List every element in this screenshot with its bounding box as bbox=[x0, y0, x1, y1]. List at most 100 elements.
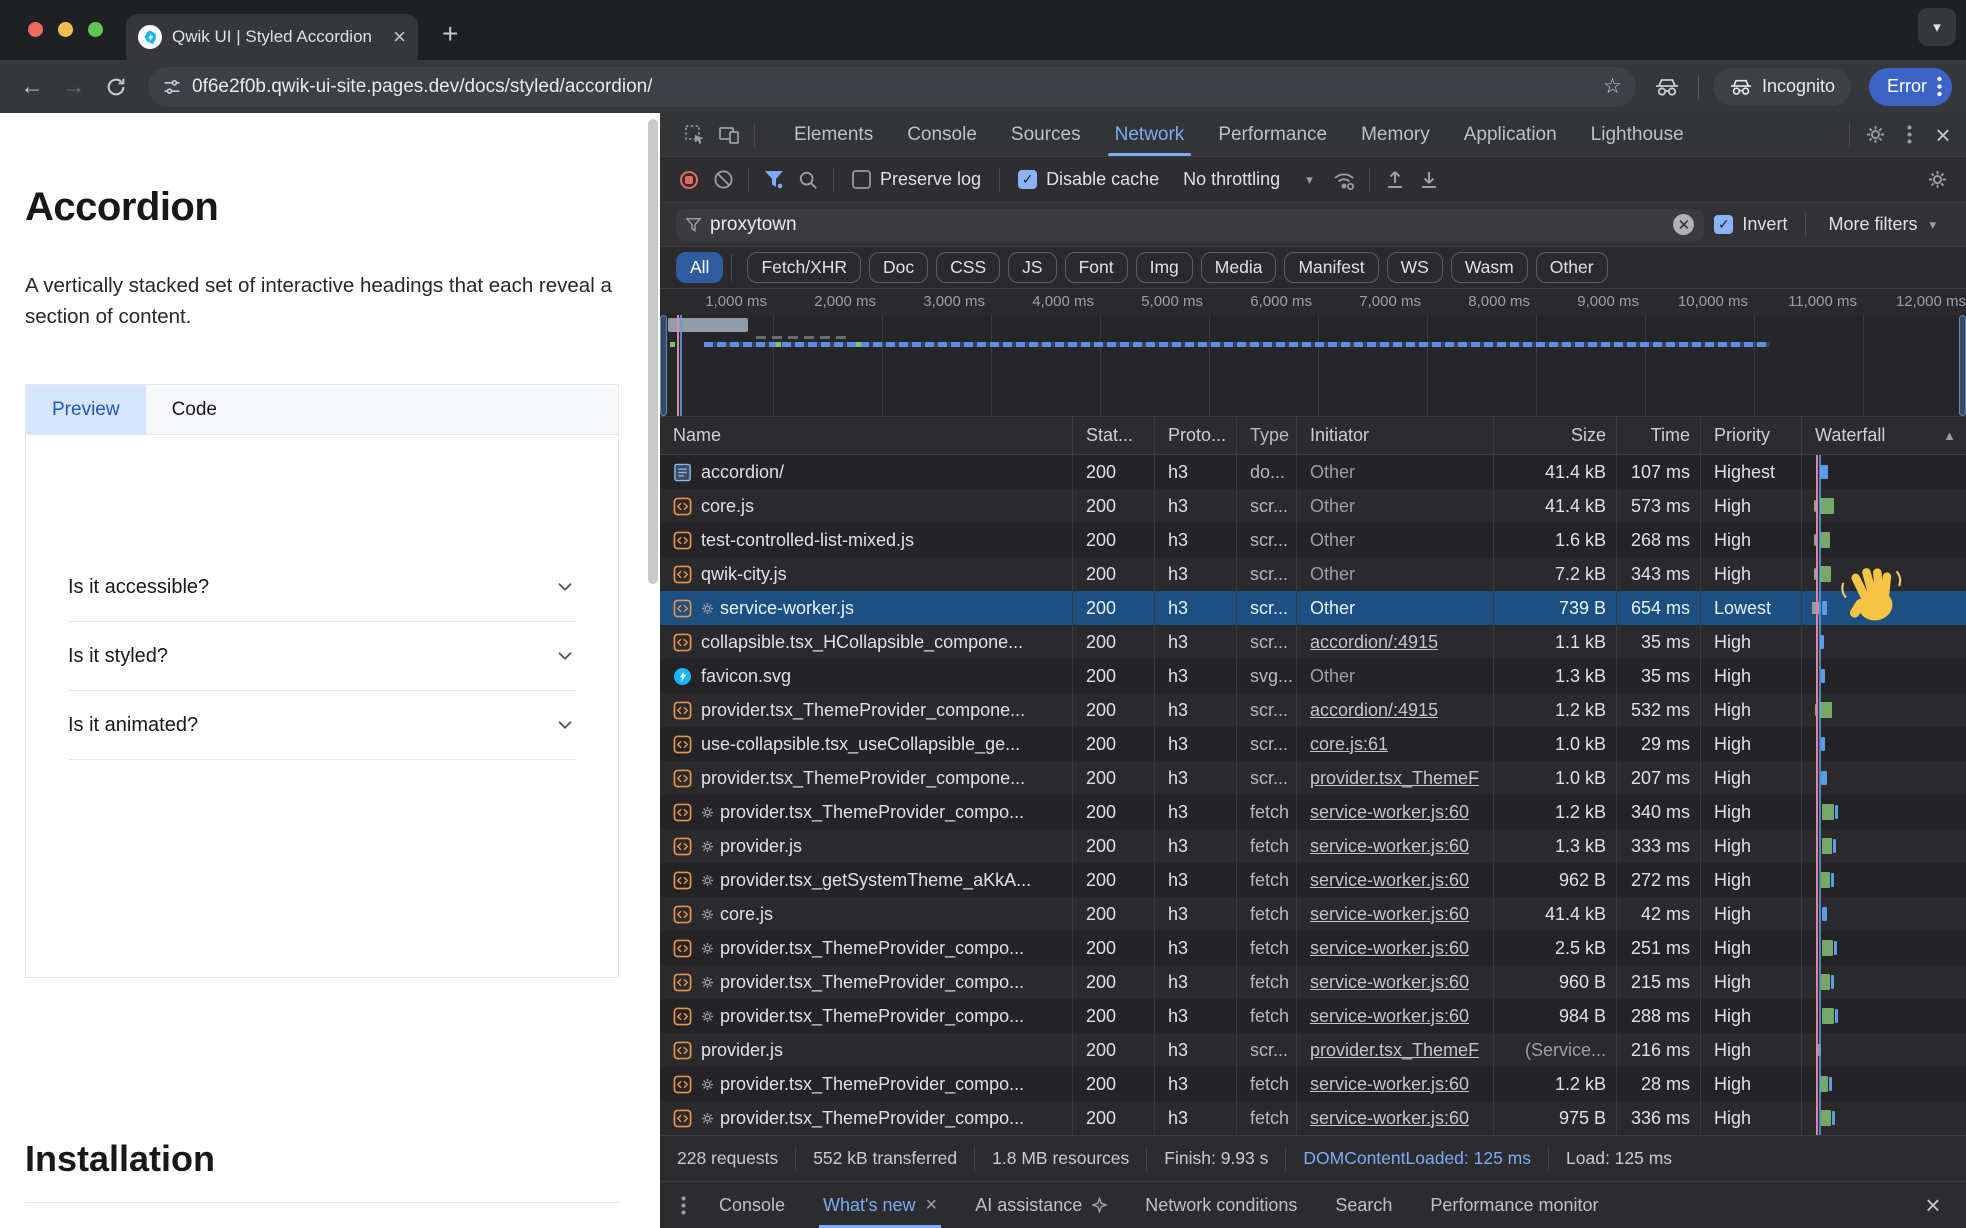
table-row[interactable]: core.js 200 h3 scr... Other 41.4 kB 573 … bbox=[660, 489, 1966, 523]
table-row[interactable]: test-controlled-list-mixed.js 200 h3 scr… bbox=[660, 523, 1966, 557]
filter-chip[interactable]: CSS bbox=[936, 252, 1000, 283]
tab-close-icon[interactable]: × bbox=[393, 26, 406, 48]
initiator-cell[interactable]: accordion/:4915 bbox=[1310, 700, 1438, 721]
clear-filter-icon[interactable]: ✕ bbox=[1673, 214, 1694, 235]
drawer-menu-icon[interactable] bbox=[666, 1188, 700, 1222]
initiator-cell[interactable]: service-worker.js:60 bbox=[1310, 802, 1469, 823]
network-conditions-icon[interactable] bbox=[1327, 163, 1361, 197]
initiator-cell[interactable]: service-worker.js:60 bbox=[1310, 938, 1469, 959]
filter-text-field[interactable] bbox=[710, 214, 1664, 236]
table-row[interactable]: provider.tsx_ThemeProvider_compo... 200 … bbox=[660, 931, 1966, 965]
address-bar[interactable]: 0f6e2f0b.qwik-ui-site.pages.dev/docs/sty… bbox=[148, 67, 1636, 107]
table-row[interactable]: provider.tsx_ThemeProvider_compo... 200 … bbox=[660, 965, 1966, 999]
new-tab-button[interactable]: + bbox=[442, 18, 458, 50]
network-overview-timeline[interactable]: 1,000 ms2,000 ms3,000 ms4,000 ms5,000 ms… bbox=[660, 289, 1966, 417]
drawer-tab[interactable]: Network conditions bbox=[1141, 1182, 1301, 1228]
demo-tab[interactable]: Code bbox=[146, 385, 243, 434]
column-header-type[interactable]: Type bbox=[1237, 417, 1297, 454]
initiator-cell[interactable]: service-worker.js:60 bbox=[1310, 836, 1469, 857]
table-row[interactable]: provider.tsx_ThemeProvider_compone... 20… bbox=[660, 693, 1966, 727]
devtools-tab[interactable]: Console bbox=[890, 113, 994, 156]
back-button[interactable]: ← bbox=[14, 69, 50, 105]
filter-icon[interactable] bbox=[757, 163, 791, 197]
initiator-cell[interactable]: Other bbox=[1310, 666, 1355, 687]
site-info-icon[interactable] bbox=[162, 77, 182, 97]
error-button[interactable]: Error bbox=[1869, 68, 1952, 106]
initiator-cell[interactable]: service-worker.js:60 bbox=[1310, 1074, 1469, 1095]
reload-button[interactable] bbox=[98, 69, 134, 105]
accordion-trigger[interactable]: Is it accessible? bbox=[68, 553, 576, 622]
devtools-tab[interactable]: Performance bbox=[1201, 113, 1344, 156]
table-row[interactable]: qwik-city.js 200 h3 scr... Other 7.2 kB … bbox=[660, 557, 1966, 591]
initiator-cell[interactable]: accordion/:4915 bbox=[1310, 632, 1438, 653]
column-header-name[interactable]: Name bbox=[660, 417, 1073, 454]
devtools-tab[interactable]: Application bbox=[1447, 113, 1574, 156]
minimize-window-button[interactable] bbox=[58, 22, 73, 37]
bookmark-star-icon[interactable]: ☆ bbox=[1603, 74, 1622, 99]
initiator-cell[interactable]: service-worker.js:60 bbox=[1310, 972, 1469, 993]
initiator-cell[interactable]: Other bbox=[1310, 564, 1355, 585]
filter-chip[interactable]: Other bbox=[1536, 252, 1608, 283]
drawer-tab[interactable]: What's new × bbox=[819, 1182, 941, 1228]
demo-tab[interactable]: Preview bbox=[26, 385, 146, 434]
column-header-time[interactable]: Time bbox=[1617, 417, 1701, 454]
clear-network-log-icon[interactable] bbox=[706, 163, 740, 197]
close-window-button[interactable] bbox=[28, 22, 43, 37]
filter-chip[interactable]: Font bbox=[1065, 252, 1128, 283]
column-header-priority[interactable]: Priority bbox=[1701, 417, 1802, 454]
column-header-size[interactable]: Size bbox=[1494, 417, 1617, 454]
search-icon[interactable] bbox=[791, 163, 825, 197]
table-row[interactable]: provider.tsx_ThemeProvider_compone... 20… bbox=[660, 761, 1966, 795]
zoom-window-button[interactable] bbox=[88, 22, 103, 37]
filter-chip[interactable]: All bbox=[676, 252, 723, 283]
accordion-trigger[interactable]: Is it animated? bbox=[68, 691, 576, 760]
drawer-tab[interactable]: Performance monitor bbox=[1426, 1182, 1602, 1228]
scrollbar-thumb[interactable] bbox=[648, 119, 658, 584]
page-scrollbar[interactable] bbox=[646, 113, 660, 1228]
close-devtools-icon[interactable]: × bbox=[1926, 118, 1960, 152]
accordion-trigger[interactable]: Is it styled? bbox=[68, 622, 576, 691]
throttling-select[interactable]: No throttling ▾ bbox=[1183, 169, 1313, 190]
extension-incognito-icon[interactable] bbox=[1654, 76, 1680, 98]
close-drawer-icon[interactable]: × bbox=[1916, 1188, 1950, 1222]
initiator-cell[interactable]: Other bbox=[1310, 496, 1355, 517]
filter-chip[interactable]: WS bbox=[1387, 252, 1443, 283]
table-row[interactable]: service-worker.js 200 h3 scr... Other 73… bbox=[660, 591, 1966, 625]
table-row[interactable]: accordion/ 200 h3 do... Other 41.4 kB 10… bbox=[660, 455, 1966, 489]
devtools-tab[interactable]: Sources bbox=[994, 113, 1098, 156]
table-row[interactable]: provider.tsx_getSystemTheme_aKkA... 200 … bbox=[660, 863, 1966, 897]
initiator-cell[interactable]: Other bbox=[1310, 598, 1355, 619]
device-toolbar-icon[interactable] bbox=[712, 118, 746, 152]
initiator-cell[interactable]: core.js:61 bbox=[1310, 734, 1388, 755]
initiator-cell[interactable]: provider.tsx_ThemeF bbox=[1310, 1040, 1479, 1061]
more-options-icon[interactable] bbox=[1892, 118, 1926, 152]
invert-checkbox[interactable]: ✓ Invert bbox=[1714, 214, 1787, 235]
table-row[interactable]: provider.js 200 h3 fetch service-worker.… bbox=[660, 829, 1966, 863]
filter-chip[interactable]: Doc bbox=[869, 252, 928, 283]
table-row[interactable]: provider.tsx_ThemeProvider_compo... 200 … bbox=[660, 999, 1966, 1033]
table-row[interactable]: favicon.svg 200 h3 svg... Other 1.3 kB 3… bbox=[660, 659, 1966, 693]
initiator-cell[interactable]: service-worker.js:60 bbox=[1310, 1108, 1469, 1129]
initiator-cell[interactable]: service-worker.js:60 bbox=[1310, 1006, 1469, 1027]
initiator-cell[interactable]: service-worker.js:60 bbox=[1310, 870, 1469, 891]
forward-button[interactable]: → bbox=[56, 69, 92, 105]
column-header-protocol[interactable]: Proto... bbox=[1155, 417, 1237, 454]
disable-cache-checkbox[interactable]: ✓ Disable cache bbox=[1018, 169, 1159, 190]
filter-chip[interactable]: Manifest bbox=[1284, 252, 1378, 283]
timeline-graph[interactable] bbox=[660, 315, 1966, 416]
filter-chip[interactable]: JS bbox=[1008, 252, 1056, 283]
inspect-element-icon[interactable] bbox=[678, 118, 712, 152]
table-row[interactable]: provider.js 200 h3 scr... provider.tsx_T… bbox=[660, 1033, 1966, 1067]
devtools-tab[interactable]: Elements bbox=[777, 113, 890, 156]
filter-chip[interactable]: Img bbox=[1136, 252, 1193, 283]
record-network-log-icon[interactable] bbox=[672, 163, 706, 197]
initiator-cell[interactable]: service-worker.js:60 bbox=[1310, 904, 1469, 925]
devtools-tab[interactable]: Lighthouse bbox=[1574, 113, 1701, 156]
drawer-tab[interactable]: Console bbox=[715, 1182, 789, 1228]
export-har-icon[interactable] bbox=[1412, 163, 1446, 197]
filter-chip[interactable]: Fetch/XHR bbox=[747, 252, 861, 283]
close-tab-icon[interactable]: × bbox=[926, 1194, 938, 1217]
initiator-cell[interactable]: Other bbox=[1310, 462, 1355, 483]
overview-right-handle[interactable] bbox=[1959, 315, 1966, 416]
table-row[interactable]: core.js 200 h3 fetch service-worker.js:6… bbox=[660, 897, 1966, 931]
